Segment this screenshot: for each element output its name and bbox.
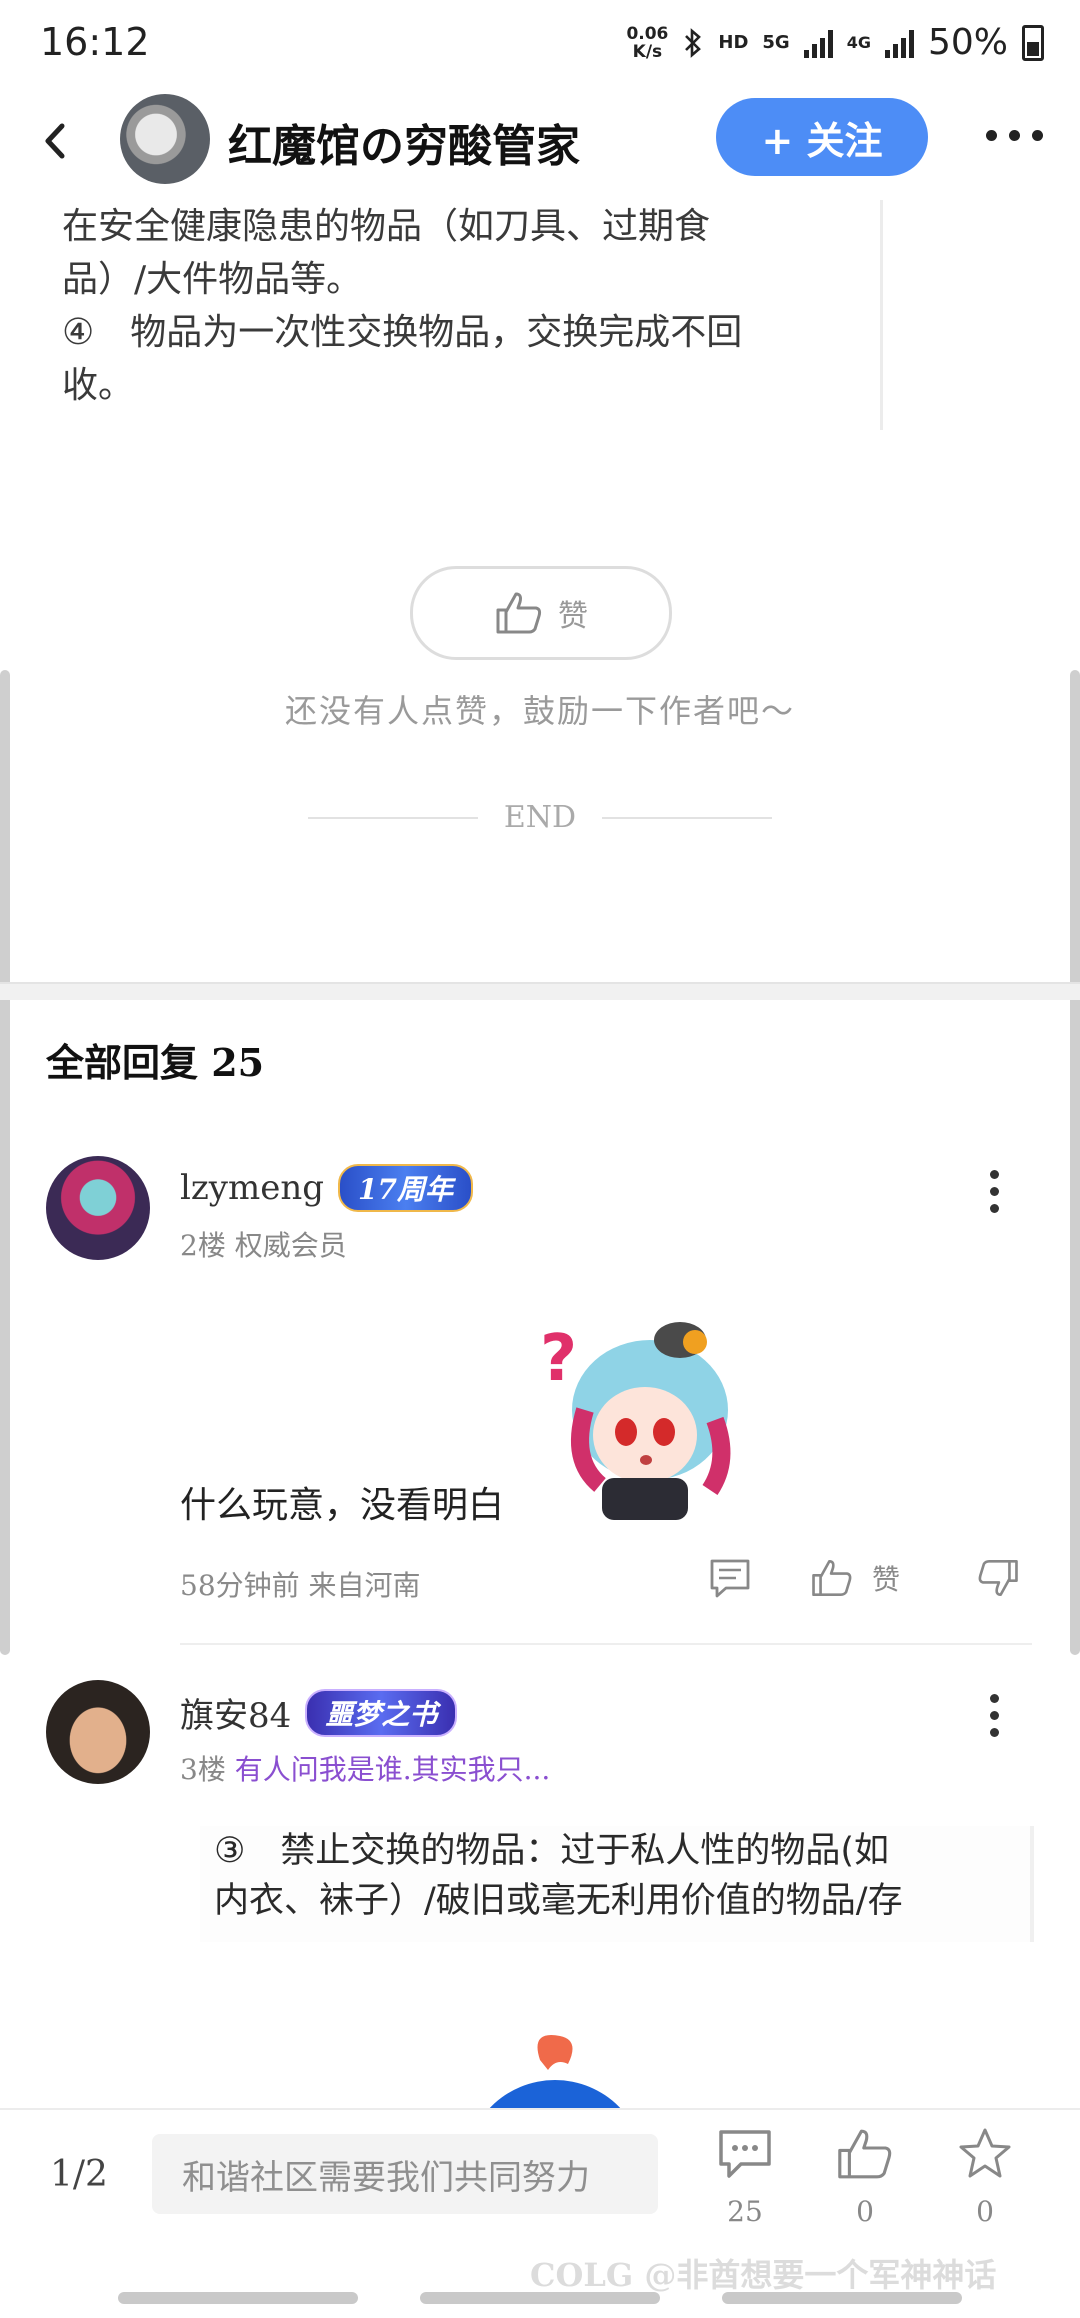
svg-text:?: ? — [540, 1322, 577, 1396]
reply-like-label[interactable]: 赞 — [872, 1558, 900, 1598]
anniversary-badge: 17周年 — [338, 1164, 473, 1212]
gesture-bar — [722, 2292, 962, 2304]
post-line: 在安全健康隐患的物品（如刀具、过期食 — [62, 206, 711, 247]
post-line: 品）/大件物品等。 — [62, 259, 363, 300]
signal-strength-icon-2 — [884, 28, 914, 58]
replies-title: 全部回复 25 — [46, 1040, 265, 1085]
reply-role: 权威会员 — [234, 1229, 347, 1262]
author-avatar[interactable] — [120, 94, 210, 184]
nightmare-book-badge: 噩梦之书 — [305, 1688, 458, 1737]
reply-avatar[interactable] — [46, 1680, 150, 1784]
quote-line: ③ 禁止交换的物品：过于私人性的物品(如 — [214, 1831, 890, 1871]
follow-button[interactable]: + 关注 — [716, 98, 928, 176]
reply-time-location: 58分钟前 来自河南 — [180, 1569, 421, 1602]
post-excerpt-image: 在安全健康隐患的物品（如刀具、过期食 品）/大件物品等。 ④ 物品为一次性交换物… — [40, 200, 883, 430]
reply-username[interactable]: lzymeng — [180, 1168, 324, 1208]
comments-button[interactable]: 25 — [700, 2126, 790, 2228]
reply-input[interactable]: 和谐社区需要我们共同努力 — [152, 2134, 658, 2214]
reply-input-placeholder: 和谐社区需要我们共同努力 — [182, 2157, 590, 2198]
status-icons: 0.06 K/s HD 5G 4G 50% — [626, 22, 1044, 63]
sticker-image: ? — [540, 1322, 731, 1520]
network-speed: 0.06 K/s — [626, 23, 669, 62]
bottom-bar: 1/2 和谐社区需要我们共同努力 25 0 0 COLG @非酋想要一个军神神话 — [0, 2108, 1080, 2318]
gesture-bar — [118, 2292, 358, 2304]
like-button[interactable]: 0 — [820, 2126, 910, 2228]
comment-icon[interactable] — [708, 1556, 752, 1600]
end-marker: END — [0, 800, 1080, 835]
reply-more-icon[interactable] — [990, 1170, 999, 1213]
hd-label: HD — [718, 32, 749, 53]
thumbs-up-icon[interactable] — [810, 1557, 854, 1599]
comment-count: 25 — [727, 2195, 763, 2228]
thumbs-down-icon[interactable] — [976, 1557, 1020, 1599]
bluetooth-icon — [685, 27, 702, 58]
page-indicator[interactable]: 1/2 — [50, 2154, 108, 2195]
post-like-button[interactable]: 赞 — [410, 566, 672, 660]
section-divider — [0, 982, 1080, 1000]
like-count: 0 — [856, 2195, 874, 2228]
thumbs-up-icon — [496, 592, 542, 634]
network-5g-label: 5G — [762, 32, 790, 53]
post-line: 收。 — [62, 365, 135, 406]
gesture-bar — [420, 2292, 660, 2304]
end-label: END — [503, 800, 577, 835]
reply-separator — [180, 1643, 1032, 1645]
thumbs-up-icon — [838, 2129, 892, 2179]
title-bar: 红魔馆の穷酸管家 + 关注 — [0, 90, 1080, 200]
reply-avatar[interactable] — [46, 1156, 150, 1260]
reply-username[interactable]: 旗安84 — [180, 1688, 291, 1737]
status-time: 16:12 — [40, 20, 150, 64]
watermark-text: COLG @非酋想要一个军神神话 — [530, 2256, 997, 2294]
post-line: ④ 物品为一次性交换物品，交换完成不回 — [62, 312, 743, 353]
reply-floor: 3楼 — [180, 1753, 226, 1786]
reply-text: 什么玩意，没看明白 — [180, 1485, 505, 1526]
comment-icon — [719, 2130, 771, 2178]
battery-percent: 50% — [927, 22, 1008, 63]
favorite-button[interactable]: 0 — [940, 2126, 1030, 2228]
star-count: 0 — [976, 2195, 994, 2228]
reply-actions: 58分钟前 来自河南 赞 — [180, 1559, 1020, 1604]
battery-icon — [1022, 24, 1044, 61]
reply-floor: 2楼 — [180, 1229, 226, 1262]
reply-more-icon[interactable] — [990, 1694, 999, 1737]
signal-strength-icon — [803, 28, 833, 58]
star-icon — [959, 2128, 1011, 2178]
more-options-icon[interactable] — [986, 130, 1043, 141]
like-hint-text: 还没有人点赞，鼓励一下作者吧～ — [284, 692, 795, 730]
status-bar: 16:12 0.06 K/s HD 5G 4G 50% — [0, 0, 1080, 90]
post-like-label: 赞 — [558, 599, 588, 634]
reply-quote-image: ③ 禁止交换的物品：过于私人性的物品(如 内衣、袜子）/破旧或毫无利用价值的物品… — [200, 1826, 1034, 1942]
reply-signature: 有人问我是谁.其实我只... — [234, 1753, 551, 1786]
back-arrow-icon[interactable] — [36, 116, 76, 166]
quote-line: 内衣、袜子）/破旧或毫无利用价值的物品/存 — [214, 1881, 903, 1921]
follow-label: + 关注 — [761, 118, 883, 163]
network-4g-label: 4G — [846, 33, 871, 52]
author-name[interactable]: 红魔馆の穷酸管家 — [228, 110, 580, 174]
